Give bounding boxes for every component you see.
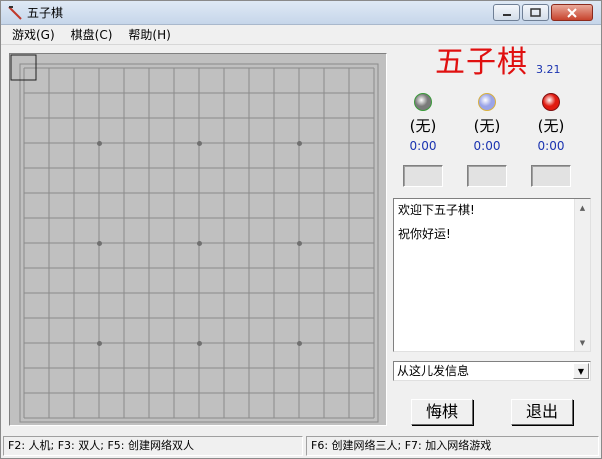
player-2-name: (无): [473, 117, 501, 135]
menu-help[interactable]: 帮助(H): [123, 25, 175, 44]
window-title: 五子棋: [27, 6, 64, 20]
player-2-stone-icon: [478, 93, 496, 111]
pen-icon: [8, 6, 22, 20]
send-message-combo[interactable]: 从这儿发信息 ▼: [393, 361, 591, 381]
player-1-name: (无): [409, 117, 437, 135]
player-1-stone-icon: [414, 93, 432, 111]
undo-button[interactable]: 悔棋: [411, 399, 473, 425]
star-point: [197, 241, 202, 246]
message-line: 祝你好运!: [398, 227, 451, 241]
minimize-button[interactable]: [493, 4, 520, 21]
game-board[interactable]: [9, 53, 387, 426]
message-log[interactable]: 欢迎下五子棋! 祝你好运! ▲ ▼: [393, 198, 591, 352]
star-point: [97, 241, 102, 246]
player-3-name: (无): [537, 117, 565, 135]
version-label: 3.21: [536, 63, 561, 76]
exit-button[interactable]: 退出: [511, 399, 573, 425]
message-scrollbar[interactable]: ▲ ▼: [574, 199, 590, 351]
player-1-time: 0:00: [409, 139, 437, 153]
title-bar[interactable]: 五子棋: [1, 1, 601, 25]
star-point: [297, 341, 302, 346]
game-title: 五子棋: [435, 45, 528, 80]
maximize-button[interactable]: [522, 4, 549, 21]
star-point: [197, 141, 202, 146]
app-window: 五子棋 游戏(G) 棋盘(C) 帮助(H) 五子棋 3.21 (无) 0:00 …: [0, 0, 602, 459]
scroll-down-icon[interactable]: ▼: [575, 335, 590, 350]
board-grid[interactable]: [10, 54, 386, 425]
player-3-stone-icon: [542, 93, 560, 111]
menu-board[interactable]: 棋盘(C): [66, 25, 118, 44]
player-2-score-box: [467, 165, 507, 187]
player-2-time: 0:00: [473, 139, 501, 153]
player-3-time: 0:00: [537, 139, 565, 153]
star-point: [297, 141, 302, 146]
send-message-input[interactable]: 从这儿发信息: [397, 363, 469, 379]
star-point: [97, 141, 102, 146]
status-bar: F2: 人机; F3: 双人; F5: 创建网络双人 F6: 创建网络三人; F…: [1, 434, 601, 458]
close-button[interactable]: [551, 4, 593, 21]
minimize-icon: [502, 13, 511, 16]
player-1: (无) 0:00: [393, 93, 453, 153]
menu-game[interactable]: 游戏(G): [7, 25, 60, 44]
star-point: [197, 341, 202, 346]
player-3: (无) 0:00: [521, 93, 581, 153]
player-3-score-box: [531, 165, 571, 187]
chevron-down-icon[interactable]: ▼: [573, 363, 589, 379]
maximize-icon: [530, 8, 541, 17]
star-point: [297, 241, 302, 246]
status-left: F2: 人机; F3: 双人; F5: 创建网络双人: [3, 436, 303, 456]
status-right: F6: 创建网络三人; F7: 加入网络游戏: [306, 436, 599, 456]
player-1-score-box: [403, 165, 443, 187]
scroll-up-icon[interactable]: ▲: [575, 200, 590, 215]
message-line: 欢迎下五子棋!: [398, 203, 475, 217]
close-icon: [567, 7, 577, 18]
star-point: [97, 341, 102, 346]
menu-bar: 游戏(G) 棋盘(C) 帮助(H): [1, 25, 601, 45]
player-2: (无) 0:00: [457, 93, 517, 153]
